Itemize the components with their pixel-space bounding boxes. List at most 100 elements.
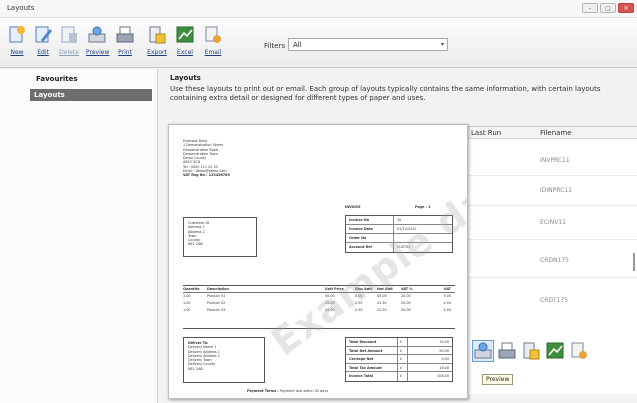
totals-row: Total Net Amount £90.00 bbox=[346, 346, 452, 355]
delete-label: Delete bbox=[59, 49, 79, 56]
email-label: Email bbox=[204, 49, 222, 56]
print-icon[interactable] bbox=[497, 341, 517, 361]
email-icon[interactable] bbox=[569, 341, 589, 361]
payment-terms-label: Payment Terms : bbox=[247, 389, 279, 393]
customer-line: NE1 2AB bbox=[188, 242, 203, 247]
invoice-title: INVOICE bbox=[345, 205, 361, 209]
row-divider bbox=[465, 205, 637, 206]
filters-select[interactable]: All ▾ bbox=[288, 38, 448, 51]
delete-layout-icon bbox=[61, 26, 77, 43]
grid-cell-filename[interactable]: INVPRC11 bbox=[540, 157, 570, 164]
totals-value: 10.00 bbox=[439, 340, 449, 344]
invoice-preview: Example Data 1 Demonstration Street Demo… bbox=[168, 124, 468, 399]
new-label: New bbox=[10, 49, 24, 56]
totals-row: Total Discount £10.00 bbox=[346, 338, 452, 347]
line-cell: 4.50 bbox=[443, 301, 451, 305]
totals-value: 18.00 bbox=[439, 365, 449, 370]
line-cell: 20.00 bbox=[401, 308, 411, 312]
currency: £ bbox=[398, 346, 408, 354]
totals-row: Carriage Net £0.00 bbox=[346, 355, 452, 364]
window-controls: – □ ✕ bbox=[582, 3, 634, 13]
totals-key: Total Discount bbox=[346, 338, 398, 346]
delete-button[interactable]: Delete bbox=[58, 24, 80, 56]
customer-address-box: Customer ID Address 1 Address 2 Town Cou… bbox=[183, 217, 257, 257]
lines-header-cell: VAT % bbox=[401, 287, 413, 291]
excel-icon bbox=[176, 26, 194, 43]
totals-table: Total Discount £10.00 Total Net Amount £90… bbox=[345, 337, 453, 382]
excel-icon[interactable] bbox=[545, 341, 565, 361]
edit-layout-icon bbox=[35, 26, 52, 43]
payment-terms: Payment Terms : Payment due within 30 da… bbox=[247, 389, 328, 393]
grid-cell-filename[interactable]: ECINV11 bbox=[540, 219, 566, 226]
vat-reg: VAT Reg No : 123456789 bbox=[183, 173, 230, 178]
line-cell: 22.50 bbox=[377, 308, 387, 312]
column-header-filename[interactable]: Filename bbox=[540, 129, 572, 137]
export-button[interactable]: Export bbox=[146, 24, 168, 56]
row-divider bbox=[465, 277, 637, 278]
line-cell: 9.00 bbox=[443, 294, 451, 298]
grid-cell-filename[interactable]: IDINPRC11 bbox=[540, 187, 572, 194]
grid-cell-filename[interactable]: CRDN175 bbox=[540, 257, 569, 264]
line-cell: 1.00 bbox=[183, 294, 191, 298]
totals-value: 0.00 bbox=[441, 357, 449, 361]
preview-label: Preview bbox=[86, 49, 110, 56]
export-icon bbox=[149, 26, 166, 44]
totals-row: Invoice Total £108.00 bbox=[346, 372, 452, 381]
lines-header-cell: Description bbox=[207, 287, 229, 291]
window-titlebar: Layouts – □ ✕ bbox=[0, 0, 637, 18]
field-key: Invoice Date bbox=[346, 225, 394, 233]
toolbar: New Edit Delete Preview Print Export Exc… bbox=[0, 18, 637, 68]
sidebar-item-layouts[interactable]: Layouts bbox=[30, 89, 152, 101]
scrollbar-thumb[interactable] bbox=[633, 253, 635, 271]
line-cell: 4.50 bbox=[443, 308, 451, 312]
filters-select-value: All bbox=[293, 41, 302, 49]
edit-button[interactable]: Edit bbox=[32, 24, 54, 56]
page-description: Use these layouts to print out or email.… bbox=[170, 85, 601, 102]
edit-label: Edit bbox=[37, 49, 49, 56]
preview-icon[interactable] bbox=[472, 340, 494, 362]
totals-key: Total Tax Amount bbox=[346, 363, 398, 371]
email-icon bbox=[205, 26, 221, 43]
preview-tooltip: Preview bbox=[482, 374, 514, 385]
email-button[interactable]: Email bbox=[202, 24, 224, 56]
totals-value: 108.00 bbox=[437, 374, 449, 378]
totals-key: Total Net Amount bbox=[346, 346, 398, 354]
filters-label: Filters bbox=[264, 42, 285, 50]
close-button[interactable]: ✕ bbox=[618, 3, 634, 13]
totals-value: 90.00 bbox=[439, 348, 449, 353]
page-title: Layouts bbox=[170, 74, 201, 82]
currency: £ bbox=[398, 338, 408, 346]
print-icon bbox=[116, 26, 134, 43]
grid-header: Last Run Filename bbox=[465, 127, 637, 139]
new-button[interactable]: New bbox=[6, 24, 28, 56]
column-header-last-run[interactable]: Last Run bbox=[471, 129, 501, 137]
minimize-button[interactable]: – bbox=[582, 3, 598, 13]
currency: £ bbox=[398, 372, 408, 381]
maximize-button[interactable]: □ bbox=[600, 3, 616, 13]
example-data-watermark: Example data bbox=[263, 149, 468, 365]
lines-header-cell: VAT bbox=[443, 287, 451, 291]
row-divider bbox=[465, 175, 637, 176]
excel-button[interactable]: Excel bbox=[174, 24, 196, 56]
line-cell: 20.00 bbox=[401, 294, 411, 298]
delivery-address-box: Deliver To: Delivery Name 1 Delivery Add… bbox=[183, 337, 265, 383]
preview-icon bbox=[88, 26, 106, 43]
export-icon[interactable] bbox=[521, 341, 541, 361]
export-label: Export bbox=[147, 49, 167, 56]
layout-action-icons bbox=[472, 340, 589, 362]
delivery-line: NE1 2AB bbox=[188, 366, 203, 371]
sidebar-heading: Favourites bbox=[36, 75, 78, 83]
totals-key: Invoice Total bbox=[346, 372, 398, 381]
lines-header-cell: Quantity bbox=[183, 287, 200, 291]
payment-terms-text: Payment due within 30 days bbox=[279, 389, 328, 393]
grid-cell-filename[interactable]: CRDT175 bbox=[540, 297, 568, 304]
line-cell: 1.00 bbox=[183, 301, 191, 305]
preview-button[interactable]: Preview bbox=[86, 24, 110, 56]
sidebar: Favourites Layouts bbox=[0, 69, 158, 403]
currency: £ bbox=[398, 363, 408, 371]
line-cell: 1.00 bbox=[183, 308, 191, 312]
print-button[interactable]: Print bbox=[114, 24, 136, 56]
field-key: Invoice No bbox=[346, 216, 394, 224]
line-cell: 22.50 bbox=[377, 301, 387, 305]
new-layout-icon bbox=[9, 26, 25, 43]
